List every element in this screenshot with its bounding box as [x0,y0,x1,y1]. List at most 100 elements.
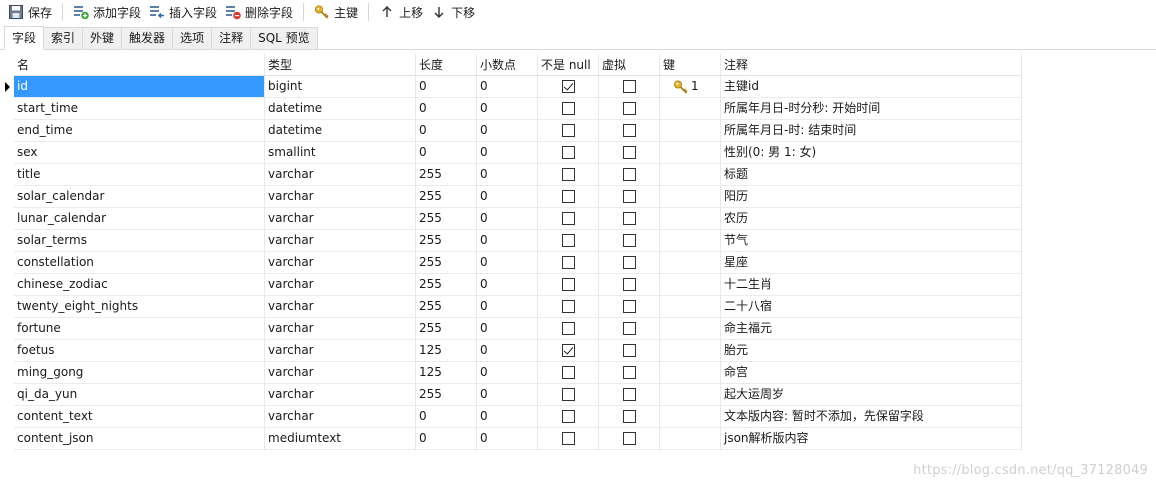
virtual-checkbox[interactable] [623,234,636,247]
field-length-cell[interactable]: 255 [416,208,477,230]
field-name-cell[interactable]: solar_calendar [14,186,265,208]
field-length-cell[interactable]: 125 [416,362,477,384]
field-decimals-cell[interactable]: 0 [477,164,538,186]
field-type-cell[interactable]: varchar [265,406,416,428]
field-decimals-cell[interactable]: 0 [477,340,538,362]
field-comment-cell[interactable]: 命主福元 [721,318,1022,340]
field-length-cell[interactable]: 255 [416,318,477,340]
field-comment-cell[interactable]: 星座 [721,252,1022,274]
field-name-cell[interactable]: start_time [14,98,265,120]
column-header-decimals[interactable]: 小数点 [477,54,538,76]
not-null-checkbox[interactable] [562,322,575,335]
table-row[interactable]: fortune varchar 255 0 命主福元 [0,318,1022,340]
field-key-cell[interactable] [660,362,721,384]
field-decimals-cell[interactable]: 0 [477,406,538,428]
field-decimals-cell[interactable]: 0 [477,318,538,340]
virtual-checkbox[interactable] [623,256,636,269]
virtual-checkbox[interactable] [623,278,636,291]
field-key-cell[interactable] [660,142,721,164]
field-key-cell[interactable] [660,340,721,362]
virtual-checkbox[interactable] [623,80,636,93]
field-comment-cell[interactable]: 性别(0: 男 1: 女) [721,142,1022,164]
field-type-cell[interactable]: varchar [265,164,416,186]
field-length-cell[interactable]: 0 [416,142,477,164]
tab-comment[interactable]: 注释 [211,27,252,49]
field-length-cell[interactable]: 0 [416,76,477,98]
row-indicator[interactable] [0,76,14,98]
field-length-cell[interactable]: 255 [416,252,477,274]
field-length-cell[interactable]: 255 [416,384,477,406]
field-name-cell[interactable]: chinese_zodiac [14,274,265,296]
table-row[interactable]: qi_da_yun varchar 255 0 起大运周岁 [0,384,1022,406]
field-decimals-cell[interactable]: 0 [477,252,538,274]
not-null-checkbox[interactable] [562,102,575,115]
field-name-cell[interactable]: content_text [14,406,265,428]
table-row[interactable]: end_time datetime 0 0 所属年月日-时: 结束时间 [0,120,1022,142]
field-decimals-cell[interactable]: 0 [477,296,538,318]
field-comment-cell[interactable]: 所属年月日-时分秒: 开始时间 [721,98,1022,120]
virtual-checkbox[interactable] [623,168,636,181]
row-indicator[interactable] [0,274,14,296]
row-indicator[interactable] [0,186,14,208]
tab-fields[interactable]: 字段 [4,26,45,50]
field-type-cell[interactable]: varchar [265,208,416,230]
field-decimals-cell[interactable]: 0 [477,76,538,98]
field-decimals-cell[interactable]: 0 [477,120,538,142]
field-key-cell[interactable] [660,230,721,252]
field-key-cell[interactable] [660,186,721,208]
table-row[interactable]: foetus varchar 125 0 胎元 [0,340,1022,362]
field-name-cell[interactable]: qi_da_yun [14,384,265,406]
field-decimals-cell[interactable]: 0 [477,98,538,120]
field-decimals-cell[interactable]: 0 [477,274,538,296]
field-comment-cell[interactable]: 所属年月日-时: 结束时间 [721,120,1022,142]
table-row[interactable]: content_text varchar 0 0 文本版内容: 暂时不添加，先保留字段 [0,406,1022,428]
column-header-key[interactable]: 键 [660,54,721,76]
field-comment-cell[interactable]: 文本版内容: 暂时不添加，先保留字段 [721,406,1022,428]
field-comment-cell[interactable]: 胎元 [721,340,1022,362]
table-row[interactable]: chinese_zodiac varchar 255 0 十二生肖 [0,274,1022,296]
field-key-cell[interactable] [660,428,721,450]
delete-field-button[interactable]: 删除字段 [221,0,297,24]
virtual-checkbox[interactable] [623,212,636,225]
add-field-button[interactable]: 添加字段 [69,0,145,24]
row-indicator[interactable] [0,362,14,384]
row-indicator[interactable] [0,164,14,186]
row-indicator[interactable] [0,406,14,428]
row-indicator[interactable] [0,252,14,274]
tab-triggers[interactable]: 触发器 [121,27,174,49]
not-null-checkbox[interactable] [562,124,575,137]
primary-key-button[interactable]: 主键 [310,0,362,24]
not-null-checkbox[interactable] [562,344,575,357]
field-name-cell[interactable]: title [14,164,265,186]
field-name-cell[interactable]: fortune [14,318,265,340]
field-key-cell[interactable] [660,406,721,428]
field-decimals-cell[interactable]: 0 [477,186,538,208]
field-length-cell[interactable]: 255 [416,164,477,186]
field-length-cell[interactable]: 0 [416,120,477,142]
field-length-cell[interactable]: 0 [416,406,477,428]
field-type-cell[interactable]: smallint [265,142,416,164]
field-key-cell[interactable] [660,208,721,230]
field-key-cell[interactable] [660,384,721,406]
field-length-cell[interactable]: 0 [416,428,477,450]
field-length-cell[interactable]: 255 [416,186,477,208]
table-row[interactable]: ming_gong varchar 125 0 命宫 [0,362,1022,384]
row-indicator[interactable] [0,340,14,362]
field-type-cell[interactable]: varchar [265,252,416,274]
row-indicator[interactable] [0,142,14,164]
field-comment-cell[interactable]: 主键id [721,76,1022,98]
row-indicator[interactable] [0,318,14,340]
table-row[interactable]: constellation varchar 255 0 星座 [0,252,1022,274]
column-header-type[interactable]: 类型 [265,54,416,76]
field-name-cell[interactable]: id [14,76,265,98]
field-name-cell[interactable]: sex [14,142,265,164]
field-type-cell[interactable]: varchar [265,230,416,252]
not-null-checkbox[interactable] [562,410,575,423]
column-header-comment[interactable]: 注释 [721,54,1022,76]
table-row[interactable]: id bigint 0 0 1 主键id [0,76,1022,98]
field-type-cell[interactable]: varchar [265,384,416,406]
column-header-name[interactable]: 名 [14,54,265,76]
field-type-cell[interactable]: bigint [265,76,416,98]
virtual-checkbox[interactable] [623,344,636,357]
row-indicator[interactable] [0,296,14,318]
